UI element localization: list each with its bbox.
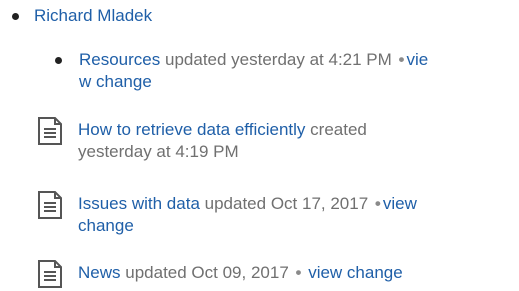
page-icon — [38, 191, 62, 219]
view-change-link-cont[interactable]: change — [78, 216, 134, 235]
activity-text: News updated Oct 09, 2017 • view change — [78, 262, 508, 284]
view-change-link-cont[interactable]: w change — [79, 72, 152, 91]
activity-text: Resources updated yesterday at 4:21 PM •… — [79, 49, 509, 93]
activity-status: updated Oct 17, 2017 — [204, 194, 369, 213]
separator: • — [398, 50, 405, 69]
view-change-link[interactable]: view — [383, 194, 417, 213]
activity-status: created — [310, 120, 367, 139]
view-change-link[interactable]: view change — [308, 263, 403, 282]
view-change-link[interactable]: vie — [407, 50, 429, 69]
separator: • — [295, 263, 302, 282]
page-link[interactable]: Issues with data — [78, 194, 200, 213]
page-icon — [38, 260, 62, 288]
activity-text: Issues with data updated Oct 17, 2017 • v… — [78, 193, 508, 237]
bullet-icon — [12, 13, 19, 20]
bullet-icon — [55, 57, 62, 64]
activity-status-cont: yesterday at 4:19 PM — [78, 142, 239, 161]
page-link[interactable]: Resources — [79, 50, 160, 69]
author-link[interactable]: Richard Mladek — [34, 5, 152, 27]
page-link[interactable]: News — [78, 263, 121, 282]
page-link[interactable]: How to retrieve data efficiently — [78, 120, 305, 139]
activity-status: updated Oct 09, 2017 — [125, 263, 289, 282]
page-icon — [38, 117, 62, 145]
activity-text: How to retrieve data efficiently created… — [78, 119, 508, 163]
activity-status: updated yesterday at 4:21 PM — [165, 50, 392, 69]
separator: • — [374, 194, 381, 213]
